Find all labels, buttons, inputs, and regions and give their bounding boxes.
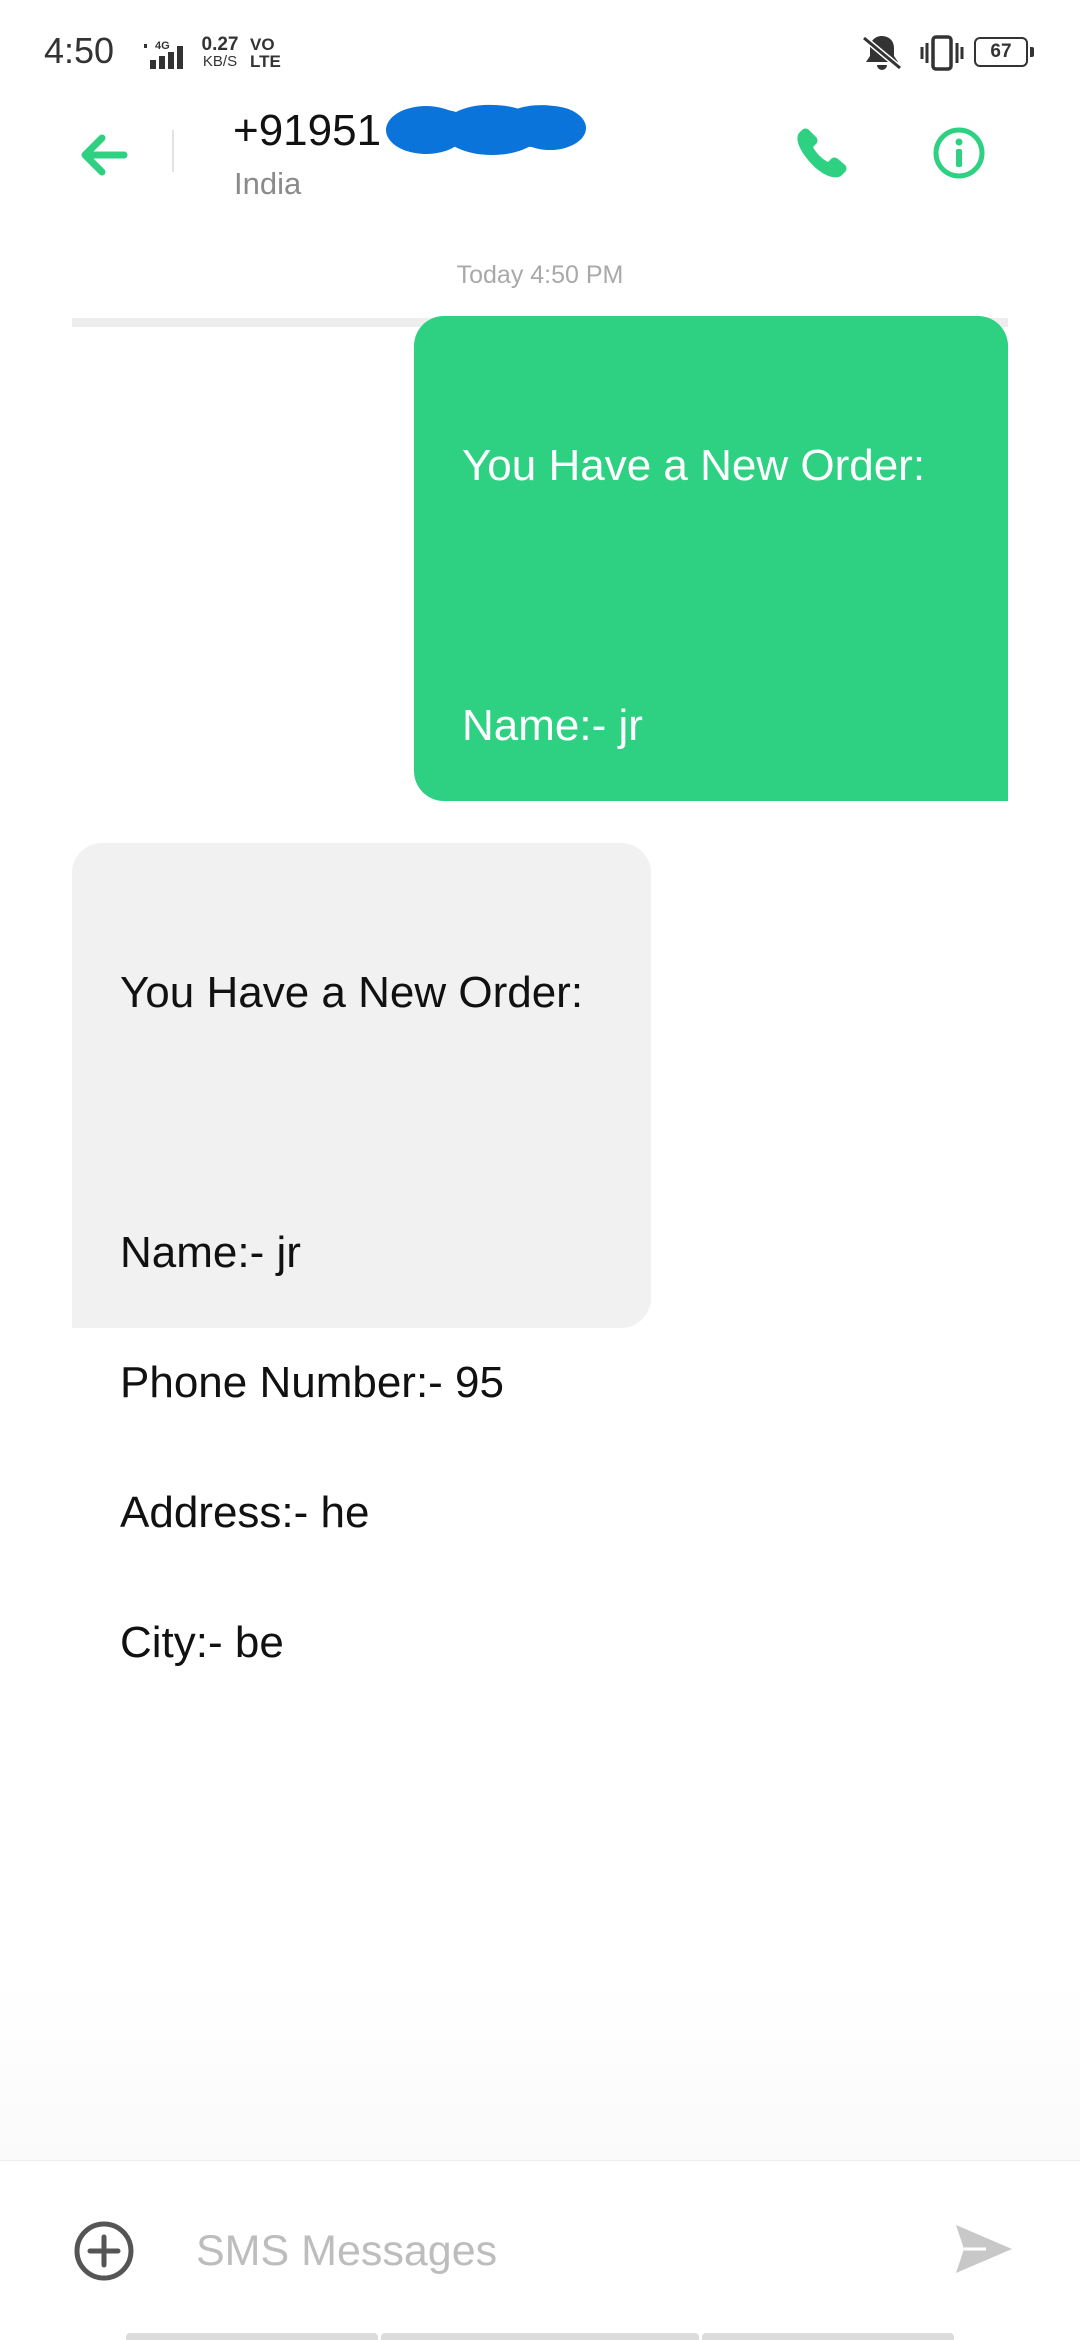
message-line: Name:- jr	[120, 1228, 301, 1277]
message-line	[120, 1090, 603, 1155]
vibrate-icon	[920, 33, 964, 78]
sms-message-input[interactable]	[196, 2211, 916, 2291]
send-button[interactable]	[952, 2217, 1016, 2281]
redaction-scribble	[382, 100, 587, 158]
signal-icon: 4G	[144, 40, 190, 75]
mute-icon	[860, 32, 904, 77]
back-button[interactable]	[72, 122, 138, 188]
status-bar: 4:50 4G 0.27 KB/S VO LTE 67	[0, 0, 1080, 110]
header-divider	[172, 130, 174, 172]
message-line: Name:- jr	[462, 701, 643, 750]
contact-number[interactable]: +91951	[233, 106, 381, 156]
info-button[interactable]	[926, 120, 992, 186]
message-timestamp: Today 4:50 PM	[456, 261, 624, 289]
sms-conversation-screen: 4:50 4G 0.27 KB/S VO LTE 67 +91951 India…	[0, 0, 1080, 2340]
phone-icon	[797, 128, 847, 178]
received-message-bubble[interactable]: You Have a New Order: Name:- jr Phone Nu…	[72, 843, 651, 1667]
add-attachment-button[interactable]	[72, 2219, 136, 2283]
message-line: Address:- he	[120, 1488, 370, 1537]
sent-message-bubble[interactable]: You Have a New Order: Name:- jr Phone Nu…	[414, 316, 1008, 1140]
message-line	[462, 563, 960, 628]
battery-icon: 67	[974, 37, 1034, 67]
network-speed-value: 0.27	[201, 34, 239, 55]
contact-country: India	[234, 166, 302, 201]
call-button[interactable]	[790, 120, 856, 186]
message-line: You Have a New Order:	[462, 441, 926, 490]
status-time: 4:50	[44, 30, 115, 71]
network-speed-unit: KB/S	[202, 53, 238, 70]
keyboard-handle	[702, 2333, 954, 2340]
network-type-label: 4G	[155, 40, 170, 52]
network-speed: 0.27 KB/S	[197, 34, 243, 70]
send-icon	[956, 2225, 1012, 2273]
bottom-fade	[0, 1980, 1080, 2160]
add-icon	[74, 2221, 134, 2281]
message-line: City:- be	[120, 1618, 284, 1667]
info-icon	[933, 127, 985, 179]
volte-line2: LTE	[250, 52, 281, 71]
message-line: You Have a New Order:	[120, 968, 584, 1017]
keyboard-handle	[381, 2333, 699, 2340]
message-composer	[0, 2160, 1080, 2340]
back-arrow-icon	[81, 134, 128, 176]
keyboard-handle	[126, 2333, 378, 2340]
message-line: Phone Number:- 95	[120, 1358, 504, 1407]
volte-indicator: VO LTE	[250, 36, 281, 70]
conversation-header: +91951 India	[0, 100, 1080, 327]
volte-line1: VO	[250, 35, 275, 54]
